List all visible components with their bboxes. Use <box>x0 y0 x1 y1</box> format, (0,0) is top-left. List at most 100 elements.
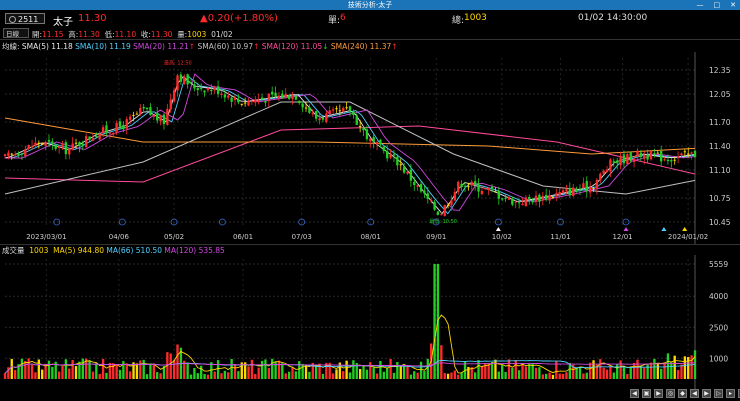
candle <box>443 204 446 216</box>
tool-button[interactable]: ▶ <box>702 389 711 398</box>
candle <box>528 196 531 200</box>
volume-bar <box>514 359 517 379</box>
tool-button[interactable]: ◆ <box>678 389 687 398</box>
candle <box>57 146 61 148</box>
candle <box>250 100 254 102</box>
volume-bar <box>13 370 17 379</box>
volume-bar <box>101 358 105 379</box>
volume-bar <box>139 360 142 379</box>
sma60-label: SMA(60) 10.97 <box>197 42 254 51</box>
candle <box>267 93 271 102</box>
candle <box>494 191 497 193</box>
sma-legend: 均線: SMA(5) 11.18 SMA(10) 11.19 SMA(20) 1… <box>2 42 398 51</box>
volume-bar <box>578 367 582 379</box>
tool-button[interactable]: ▶ <box>654 389 663 398</box>
candle <box>666 159 670 162</box>
candle <box>34 142 37 146</box>
tool-button[interactable]: ◎ <box>666 389 675 398</box>
volume-bar <box>524 366 528 379</box>
volume-bar <box>416 372 419 379</box>
candle <box>639 152 643 158</box>
y-tick-label: 11.70 <box>709 118 731 127</box>
candle <box>355 115 358 125</box>
candle <box>457 181 460 193</box>
volume-chart[interactable]: 1000 2500 4000 5559 <box>0 255 740 389</box>
maximize-icon[interactable]: □ <box>714 0 721 10</box>
candle <box>74 142 78 144</box>
candle <box>237 99 240 103</box>
volume-bar <box>626 373 629 379</box>
volume-bar <box>308 371 311 379</box>
volume-current: 1003 <box>29 246 49 255</box>
volume-bar <box>592 360 595 379</box>
candle <box>44 141 47 146</box>
candle <box>423 190 426 194</box>
volume-bar <box>676 370 680 379</box>
stock-code-input[interactable]: 2511 <box>5 13 45 24</box>
candle <box>619 156 622 166</box>
tool-button[interactable]: ◀ <box>630 389 639 398</box>
candle <box>386 151 389 159</box>
candle <box>30 146 34 148</box>
volume-bar <box>365 369 369 379</box>
candle <box>331 109 335 111</box>
tool-button[interactable]: ▸ <box>726 389 735 398</box>
candle <box>223 94 227 98</box>
candle <box>541 195 544 200</box>
candle <box>220 93 223 95</box>
window-titlebar: 技術分析-太子 — □ ✕ <box>0 0 740 10</box>
volume-bar <box>643 367 646 379</box>
candle <box>382 146 386 151</box>
volume-bar <box>558 373 561 379</box>
candle <box>460 183 463 187</box>
volume-bar <box>267 368 271 379</box>
volume-bar <box>588 362 592 379</box>
candle <box>497 190 501 199</box>
minimize-icon[interactable]: — <box>697 0 704 10</box>
candle <box>281 93 284 99</box>
tool-button[interactable]: ▣ <box>642 389 651 398</box>
candle <box>450 200 453 206</box>
tool-button[interactable]: ▷ <box>714 389 723 398</box>
volume-bar <box>656 362 659 379</box>
y-tick-label: 11.10 <box>709 166 731 175</box>
candle <box>260 97 264 100</box>
volume-bar <box>450 372 453 379</box>
vol-ma5-label: MA(5) 944.80 <box>53 246 105 255</box>
volume-bar <box>372 367 375 379</box>
volume-bar <box>622 367 626 379</box>
volume-bar <box>37 359 41 379</box>
divider <box>0 39 740 40</box>
candle <box>595 179 599 189</box>
candle <box>145 107 149 110</box>
candle <box>585 181 588 192</box>
price-chart[interactable]: 10.45 10.75 11.10 11.40 11.70 12.05 12.35 2023/… <box>0 52 740 244</box>
volume-bar <box>582 373 585 379</box>
tool-button[interactable]: ◀ <box>690 389 699 398</box>
candle <box>193 84 196 89</box>
candle <box>179 74 183 82</box>
candle <box>257 99 260 102</box>
volume-bar <box>314 364 318 379</box>
volume-bar <box>426 358 429 379</box>
sma10-label: SMA(10) 11.19 <box>75 42 131 51</box>
candle <box>467 186 470 188</box>
total-volume: 1003 <box>464 13 487 23</box>
candle <box>338 110 342 112</box>
volume-bar <box>379 360 382 379</box>
candle <box>511 198 514 205</box>
volume-bar <box>419 361 423 379</box>
close-icon[interactable]: ✕ <box>730 0 736 10</box>
candle <box>605 169 609 173</box>
candle <box>287 95 291 99</box>
candle <box>480 190 484 194</box>
candle <box>298 100 301 104</box>
x-tick-label: 04/06 <box>109 233 130 241</box>
candle <box>501 198 504 200</box>
candle <box>206 88 210 91</box>
candle <box>142 106 145 109</box>
candle <box>473 181 477 185</box>
period-select[interactable]: 日線 <box>3 28 29 38</box>
candle <box>517 202 521 204</box>
volume-bar <box>250 359 254 379</box>
